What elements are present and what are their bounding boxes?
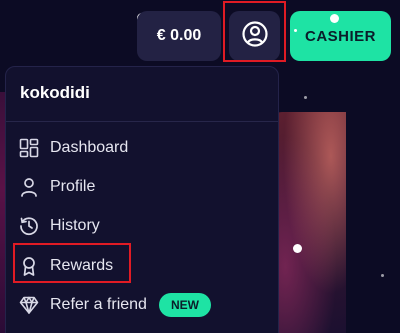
app-screen: € 0.00 CASHIER kokodidi Dashboard Profil…: [0, 0, 400, 333]
new-badge: NEW: [158, 293, 211, 317]
profile-menu-button[interactable]: [229, 11, 280, 61]
menu-item-dashboard[interactable]: Dashboard: [19, 134, 128, 162]
menu-item-label: Profile: [50, 178, 96, 195]
sparkle-dot: [304, 96, 307, 99]
user-circle-icon: [241, 20, 269, 53]
menu-item-label: History: [50, 217, 100, 234]
menu-item-label: Rewards: [50, 257, 114, 274]
menu-item-label: Refer a friend: [50, 296, 147, 313]
balance-amount: € 0.00: [156, 27, 202, 44]
balance-display[interactable]: € 0.00: [137, 11, 221, 61]
menu-item-rewards[interactable]: Rewards: [19, 252, 113, 280]
cashier-button[interactable]: CASHIER: [290, 11, 391, 61]
user-dropdown-menu: kokodidi Dashboard Profile History Rewar…: [5, 66, 279, 333]
username-label: kokodidi: [20, 83, 90, 102]
award-icon: [19, 256, 39, 276]
diamond-icon: [19, 295, 39, 315]
cashier-label: CASHIER: [304, 27, 376, 45]
sparkle-dot: [293, 244, 302, 253]
sparkle-dot: [294, 29, 297, 32]
background-art-right: [270, 112, 346, 333]
sparkle-dot: [381, 274, 384, 277]
history-icon: [19, 216, 39, 236]
menu-item-label: Dashboard: [50, 139, 129, 156]
user-icon: [19, 177, 39, 197]
menu-item-history[interactable]: History: [19, 212, 100, 240]
sparkle-dot: [330, 14, 339, 23]
menu-item-profile[interactable]: Profile: [19, 173, 95, 201]
dashboard-icon: [19, 138, 39, 158]
menu-item-refer-a-friend[interactable]: Refer a friend NEW: [19, 291, 211, 319]
menu-divider: [6, 121, 278, 122]
